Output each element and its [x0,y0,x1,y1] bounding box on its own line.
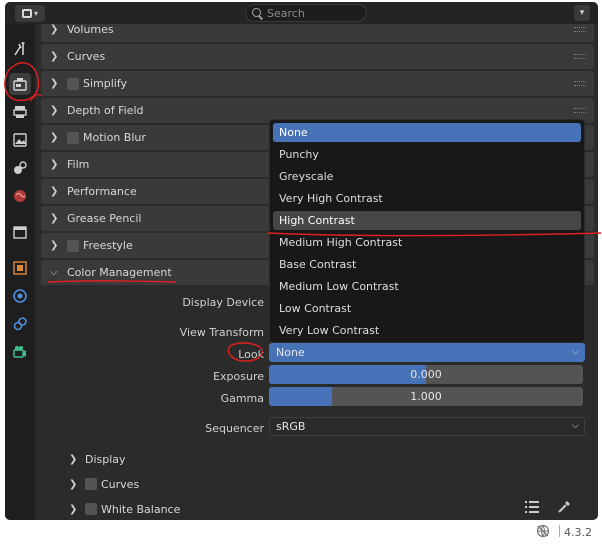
drag-handle-icon[interactable] [574,27,586,32]
chevron-right-icon: ❯ [69,453,78,465]
drag-handle-icon[interactable] [574,81,586,86]
gamma-slider[interactable]: 1.000 [269,387,583,406]
chevron-down-icon: ▾ [33,9,38,18]
eyedropper-icon[interactable] [557,500,571,514]
drag-handle-icon[interactable] [574,54,586,59]
subpanel-title: White Balance [101,502,181,516]
output-icon[interactable] [9,101,31,123]
network-offline-icon [536,524,550,538]
look-dropdown[interactable]: None ⌵ [269,343,585,362]
object-icon[interactable] [9,257,31,279]
chevron-right-icon: ❯ [50,105,59,116]
sequencer-dropdown[interactable]: sRGB ⌵ [269,417,585,436]
menu-item[interactable]: High Contrast [273,211,581,230]
constraints-icon[interactable] [9,313,31,335]
exposure-slider[interactable]: 0.000 [269,365,583,384]
divider [559,525,560,537]
chevron-right-icon: ❯ [50,51,59,62]
look-label: Look [238,348,264,361]
menu-item[interactable]: Base Contrast [273,255,581,274]
search-icon [252,7,263,19]
status-bar: 4.3.2 [0,520,602,544]
section-volumes[interactable]: ❯ Volumes [41,24,594,42]
sequencer-value: sRGB [276,420,306,433]
camera-data-icon[interactable] [9,341,31,363]
menu-item[interactable]: None [273,123,581,142]
gamma-value: 1.000 [410,390,442,403]
section-title: Simplify [83,77,128,90]
menu-item[interactable]: Medium Low Contrast [273,277,581,296]
exposure-value: 0.000 [410,368,442,381]
preset-list-icon[interactable] [525,500,539,514]
view-transform-label: View Transform [179,326,264,339]
gamma-label: Gamma [220,392,264,405]
chevron-right-icon: ❯ [50,159,59,170]
exposure-label: Exposure [213,370,264,383]
subpanel-title: Curves [101,477,140,491]
chevron-right-icon: ❯ [50,213,59,224]
scene-icon[interactable] [9,157,31,179]
version-label: 4.3.2 [564,526,592,539]
section-curves[interactable]: ❯ Curves [41,44,594,69]
view-layer-icon[interactable] [9,129,31,151]
menu-item[interactable]: Punchy [273,145,581,164]
sequencer-label: Sequencer [205,422,264,435]
chevron-right-icon: ❯ [50,24,59,35]
motion-blur-checkbox[interactable] [67,131,79,144]
simplify-checkbox[interactable] [67,77,79,90]
tool-icon[interactable] [9,38,31,60]
properties-editor-icon [21,9,32,18]
options-dropdown[interactable]: ▾ [574,5,590,21]
section-title: Motion Blur [83,131,146,144]
chevron-right-icon: ❯ [50,78,59,89]
curves-checkbox[interactable] [85,478,97,490]
properties-tab-bar [5,24,35,520]
section-title: Performance [67,185,137,198]
world-icon[interactable] [9,185,31,207]
collection-icon[interactable] [9,221,31,243]
section-title: Freestyle [83,239,133,252]
display-device-label: Display Device [182,296,264,309]
menu-item[interactable]: Very Low Contrast [273,321,581,340]
chevron-right-icon: ❯ [69,478,78,490]
freestyle-checkbox[interactable] [67,239,79,252]
section-title: Curves [67,50,106,63]
chevron-down-icon: ⌵ [572,421,579,431]
header-bar: ▾ ▾ [5,2,598,24]
section-title: Depth of Field [67,104,144,117]
menu-item[interactable]: Low Contrast [273,299,581,318]
white-balance-checkbox[interactable] [85,503,97,515]
subpanel-curves[interactable]: ❯ Curves [61,473,139,495]
section-title: Grease Pencil [67,212,142,225]
subpanel-white-balance[interactable]: ❯ White Balance [61,498,180,520]
chevron-right-icon: ❯ [50,132,59,143]
editor-type-button[interactable]: ▾ [15,5,45,22]
menu-item[interactable]: Very High Contrast [273,189,581,208]
look-value: None [276,346,305,359]
menu-item[interactable]: Greyscale [273,167,581,186]
chevron-down-icon: ⌵ [50,267,58,278]
exposure-fill [269,365,426,384]
search-input[interactable] [267,6,357,20]
render-icon[interactable] [9,73,31,95]
look-dropdown-menu: None Punchy Greyscale Very High Contrast… [269,119,585,343]
subpanel-title: Display [85,452,126,466]
drag-handle-icon[interactable] [574,108,586,113]
physics-icon[interactable] [9,285,31,307]
section-simplify[interactable]: ❯ Simplify [41,71,594,96]
white-balance-tools [525,500,571,514]
section-title: Film [67,158,90,171]
chevron-down-icon: ▾ [579,8,585,18]
section-title: Volumes [67,24,114,36]
search-field[interactable] [245,4,367,22]
subpanel-display[interactable]: ❯ Display [61,448,126,470]
chevron-right-icon: ❯ [50,186,59,197]
chevron-right-icon: ❯ [69,503,78,515]
chevron-down-icon: ⌵ [572,347,579,357]
chevron-right-icon: ❯ [50,240,59,251]
gamma-fill [269,387,332,406]
menu-item[interactable]: Medium High Contrast [273,233,581,252]
section-title: Color Management [67,266,172,279]
